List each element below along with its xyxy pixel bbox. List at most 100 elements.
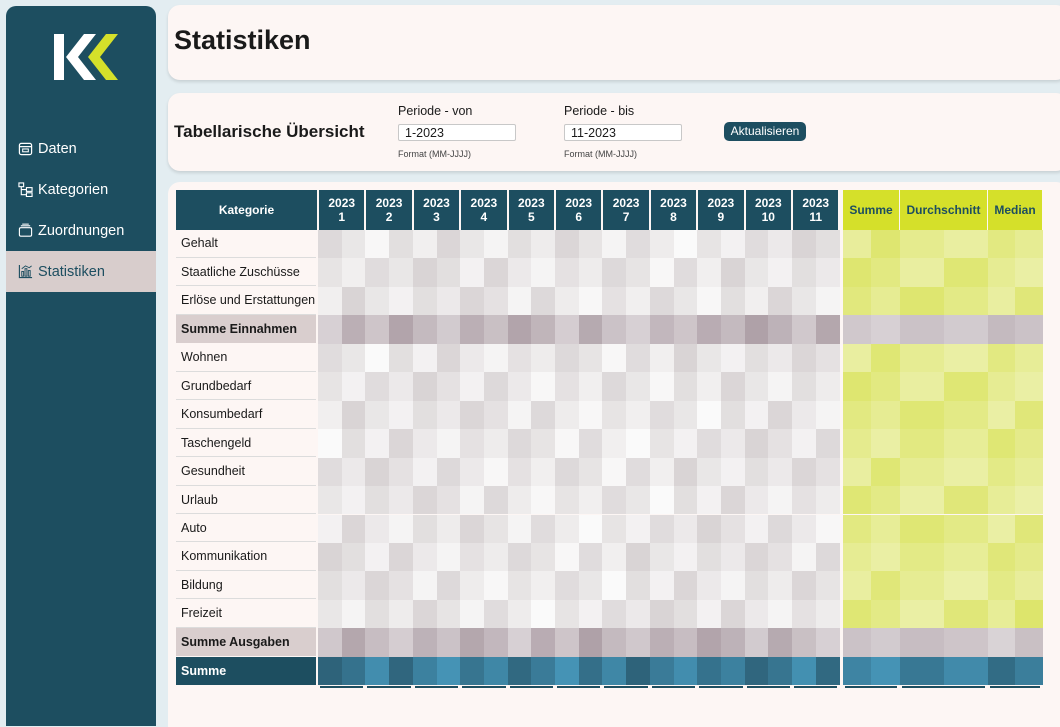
table-cell (578, 400, 603, 430)
table-cell (389, 542, 414, 572)
table-cell (507, 628, 532, 657)
table-cell (341, 656, 366, 686)
table-cell (341, 599, 366, 629)
table-cell (720, 628, 746, 657)
table-row-label: Gesundheit (176, 458, 316, 486)
table-cell (389, 343, 414, 373)
period-month: 4 (480, 210, 488, 224)
table-cell (436, 286, 461, 316)
table-cell (341, 429, 366, 458)
table-cell (900, 429, 944, 458)
table-cell (365, 457, 390, 487)
table-cell (988, 457, 1016, 487)
app-logo (54, 34, 118, 80)
period-month: 9 (717, 210, 725, 224)
table-cell (871, 486, 900, 515)
period-year: 2023 (517, 196, 545, 210)
table-cell (483, 599, 509, 629)
table-cell (792, 315, 817, 344)
table-row-label: Kommunikation (176, 543, 316, 571)
table-cell (697, 258, 722, 287)
table-cell (943, 486, 988, 515)
table-cell (602, 514, 627, 543)
table-cell (531, 343, 556, 373)
table-cell (483, 286, 509, 316)
table-cell (507, 542, 532, 572)
folders-icon (18, 223, 34, 239)
table-cell (602, 400, 627, 430)
table-cell (341, 400, 366, 430)
table-cell (900, 542, 944, 572)
table-cell (768, 286, 793, 316)
table-cell (412, 571, 437, 600)
sidebar-item-label: Zuordnungen (38, 222, 125, 239)
table-cell (531, 542, 556, 572)
table-cell (988, 628, 1016, 657)
table-cell (673, 343, 698, 373)
sidebar-item-statistiken[interactable]: Statistiken (6, 251, 156, 292)
period-from-input[interactable]: 1-2023 (398, 124, 516, 141)
table-cell (943, 542, 988, 572)
table-cell (365, 372, 390, 401)
table-cell (1015, 514, 1043, 543)
period-year: 2023 (707, 196, 735, 210)
table-cell (460, 542, 485, 572)
table-cell (626, 258, 651, 287)
period-to-input[interactable]: 11-2023 (564, 124, 682, 141)
table-row-label: Konsumbedarf (176, 401, 316, 429)
table-cell (389, 457, 414, 487)
table-cell (673, 486, 698, 515)
table-cell (578, 514, 603, 543)
table-cell (341, 571, 366, 600)
table-cell (436, 628, 461, 657)
column-header-durchschnitt: Durchschnitt (900, 190, 987, 230)
table-cell (720, 656, 746, 686)
period-year: 2023 (565, 196, 593, 210)
table-cell (792, 429, 817, 458)
table-cell (673, 286, 698, 316)
table-cell (531, 372, 556, 401)
table-cell (460, 628, 485, 657)
period-month: 2 (385, 210, 393, 224)
table-cell (483, 400, 509, 430)
table-cell (900, 656, 944, 686)
table-cell (697, 599, 722, 629)
calendar-icon (18, 141, 34, 157)
table-cell (483, 542, 509, 572)
table-cell (389, 628, 414, 657)
table-cell (555, 486, 580, 515)
table-cell (943, 599, 988, 629)
table-cell (531, 628, 556, 657)
table-cell (341, 258, 366, 287)
sidebar-item-daten[interactable]: Daten (6, 128, 156, 169)
table-cell (649, 258, 674, 287)
table-cell (341, 514, 366, 543)
table-cell (900, 315, 944, 344)
table-cell (649, 429, 674, 458)
period-year: 2023 (470, 196, 498, 210)
table-cell (483, 571, 509, 600)
table-cell (555, 542, 580, 572)
table-cell (626, 628, 651, 657)
table-cell (389, 230, 414, 259)
table-cell (649, 656, 674, 686)
table-cell (483, 258, 509, 287)
column-header-median: Median (988, 190, 1042, 230)
table-cell (649, 400, 674, 430)
table-cell (744, 230, 769, 259)
table-cell (768, 599, 793, 629)
update-button[interactable]: Aktualisieren (724, 122, 806, 141)
table-cell (460, 514, 485, 543)
table-cell (720, 542, 746, 572)
table-cell (365, 343, 390, 373)
table-cell (507, 599, 532, 629)
table-row-label: Taschengeld (176, 429, 316, 458)
sidebar-item-kategorien[interactable]: Kategorien (6, 169, 156, 210)
table-cell (792, 230, 817, 259)
sidebar-item-zuordnungen[interactable]: Zuordnungen (6, 210, 156, 251)
table-cell (341, 315, 366, 344)
table-cell (673, 656, 698, 686)
section-title: Tabellarische Übersicht (174, 122, 365, 141)
table-cell (720, 343, 746, 373)
table-cell (578, 457, 603, 487)
